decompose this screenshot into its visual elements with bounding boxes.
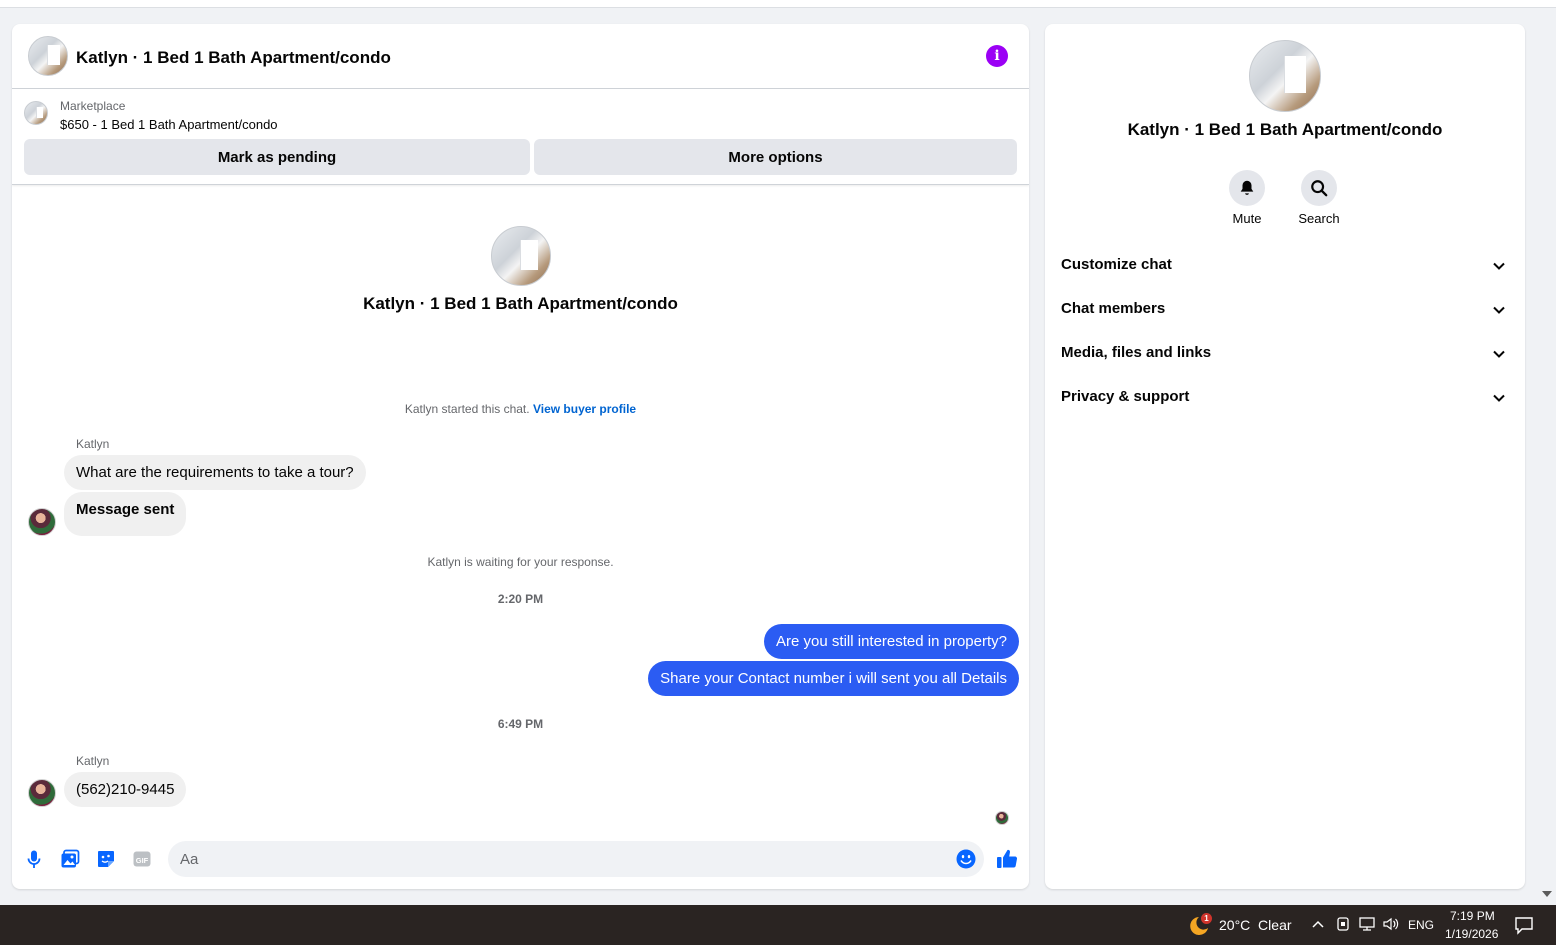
section-title: Privacy & support bbox=[1061, 388, 1190, 405]
chat-panel: Katlyn · 1 Bed 1 Bath Apartment/condo i … bbox=[12, 24, 1029, 889]
sender-avatar[interactable] bbox=[28, 508, 56, 536]
chevron-up-icon[interactable] bbox=[1312, 919, 1324, 929]
taskbar: 1 20°C Clear ENG 7:19 PM 1/19/2026 bbox=[0, 905, 1556, 945]
search-button[interactable]: Search bbox=[1289, 170, 1349, 226]
section-title: Chat members bbox=[1061, 300, 1166, 317]
thumbs-up-icon[interactable] bbox=[995, 847, 1019, 871]
more-options-button[interactable]: More options bbox=[534, 139, 1017, 175]
section-customize-chat[interactable]: Customize chat bbox=[1045, 246, 1525, 286]
section-chat-members[interactable]: Chat members bbox=[1045, 290, 1525, 330]
section-title: Customize chat bbox=[1061, 256, 1172, 273]
chat-started-notice: Katlyn started this chat. View buyer pro… bbox=[12, 402, 1029, 416]
volume-icon[interactable] bbox=[1382, 916, 1400, 932]
timestamp: 2:20 PM bbox=[497, 592, 544, 606]
listing-title[interactable]: $650 - 1 Bed 1 Bath Apartment/condo bbox=[60, 117, 278, 132]
chevron-down-icon bbox=[1493, 262, 1505, 270]
chat-started-text: Katlyn started this chat. bbox=[404, 402, 530, 416]
details-avatar[interactable] bbox=[1249, 40, 1321, 112]
marketplace-label: Marketplace bbox=[60, 99, 126, 113]
section-title: Media, files and links bbox=[1061, 344, 1212, 361]
weather-badge: 1 bbox=[1201, 913, 1212, 924]
svg-text:GIF: GIF bbox=[136, 856, 149, 865]
emoji-icon[interactable] bbox=[956, 849, 976, 869]
meet-now-icon[interactable] bbox=[1336, 916, 1350, 932]
weather-text[interactable]: 20°C Clear bbox=[1219, 917, 1292, 933]
incoming-message[interactable]: Message sent bbox=[64, 492, 187, 536]
outgoing-message[interactable]: Share your Contact number i will sent yo… bbox=[648, 661, 1019, 696]
incoming-message[interactable]: What are the requirements to take a tour… bbox=[64, 455, 366, 490]
sticker-icon[interactable] bbox=[96, 849, 116, 869]
clock-date[interactable]: 1/19/2026 bbox=[1445, 927, 1498, 941]
clock-time[interactable]: 7:19 PM bbox=[1450, 909, 1495, 923]
incoming-message[interactable]: (562)210-9445 bbox=[64, 772, 187, 807]
photo-icon[interactable] bbox=[60, 849, 80, 869]
conversation-name: Katlyn · 1 Bed 1 Bath Apartment/condo bbox=[363, 294, 678, 313]
waiting-notice: Katlyn is waiting for your response. bbox=[427, 555, 614, 569]
chat-avatar[interactable] bbox=[28, 36, 68, 76]
section-media-files-links[interactable]: Media, files and links bbox=[1045, 334, 1525, 374]
search-label: Search bbox=[1298, 211, 1340, 226]
mute-label: Mute bbox=[1232, 211, 1262, 226]
message-input-box[interactable] bbox=[168, 841, 984, 877]
chat-header: Katlyn · 1 Bed 1 Bath Apartment/condo i bbox=[12, 24, 1029, 89]
timestamp: 6:49 PM bbox=[497, 717, 544, 731]
sender-avatar[interactable] bbox=[28, 779, 56, 807]
conversation-avatar[interactable] bbox=[491, 226, 551, 286]
gif-icon[interactable]: GIF bbox=[132, 849, 152, 869]
listing-thumbnail[interactable] bbox=[24, 101, 48, 125]
language-indicator[interactable]: ENG bbox=[1408, 918, 1434, 932]
scrollbar-down-arrow[interactable] bbox=[1542, 891, 1552, 897]
chevron-down-icon bbox=[1493, 306, 1505, 314]
bell-icon bbox=[1229, 170, 1265, 206]
message-sender: Katlyn bbox=[76, 754, 110, 768]
section-privacy-support[interactable]: Privacy & support bbox=[1045, 378, 1525, 418]
mute-button[interactable]: Mute bbox=[1217, 170, 1277, 226]
info-icon[interactable]: i bbox=[986, 45, 1008, 67]
browser-top-strip bbox=[0, 0, 1556, 8]
message-input[interactable] bbox=[180, 841, 940, 877]
notification-icon[interactable] bbox=[1514, 915, 1534, 935]
view-buyer-profile-link[interactable]: View buyer profile bbox=[533, 402, 636, 416]
conversation-details-panel: Katlyn · 1 Bed 1 Bath Apartment/condo Mu… bbox=[1045, 24, 1525, 889]
chevron-down-icon bbox=[1493, 394, 1505, 402]
seen-indicator-avatar bbox=[995, 811, 1009, 825]
chat-title[interactable]: Katlyn · 1 Bed 1 Bath Apartment/condo bbox=[76, 48, 391, 68]
search-icon bbox=[1301, 170, 1337, 206]
outgoing-message[interactable]: Are you still interested in property? bbox=[764, 624, 1019, 659]
message-sender: Katlyn bbox=[76, 437, 110, 451]
microphone-icon[interactable] bbox=[24, 849, 44, 869]
composer: GIF bbox=[12, 836, 1029, 886]
network-icon[interactable] bbox=[1358, 916, 1376, 932]
chevron-down-icon bbox=[1493, 350, 1505, 358]
details-name: Katlyn · 1 Bed 1 Bath Apartment/condo bbox=[1127, 120, 1443, 139]
mark-as-pending-button[interactable]: Mark as pending bbox=[24, 139, 530, 175]
marketplace-bar: Marketplace $650 - 1 Bed 1 Bath Apartmen… bbox=[12, 89, 1029, 185]
